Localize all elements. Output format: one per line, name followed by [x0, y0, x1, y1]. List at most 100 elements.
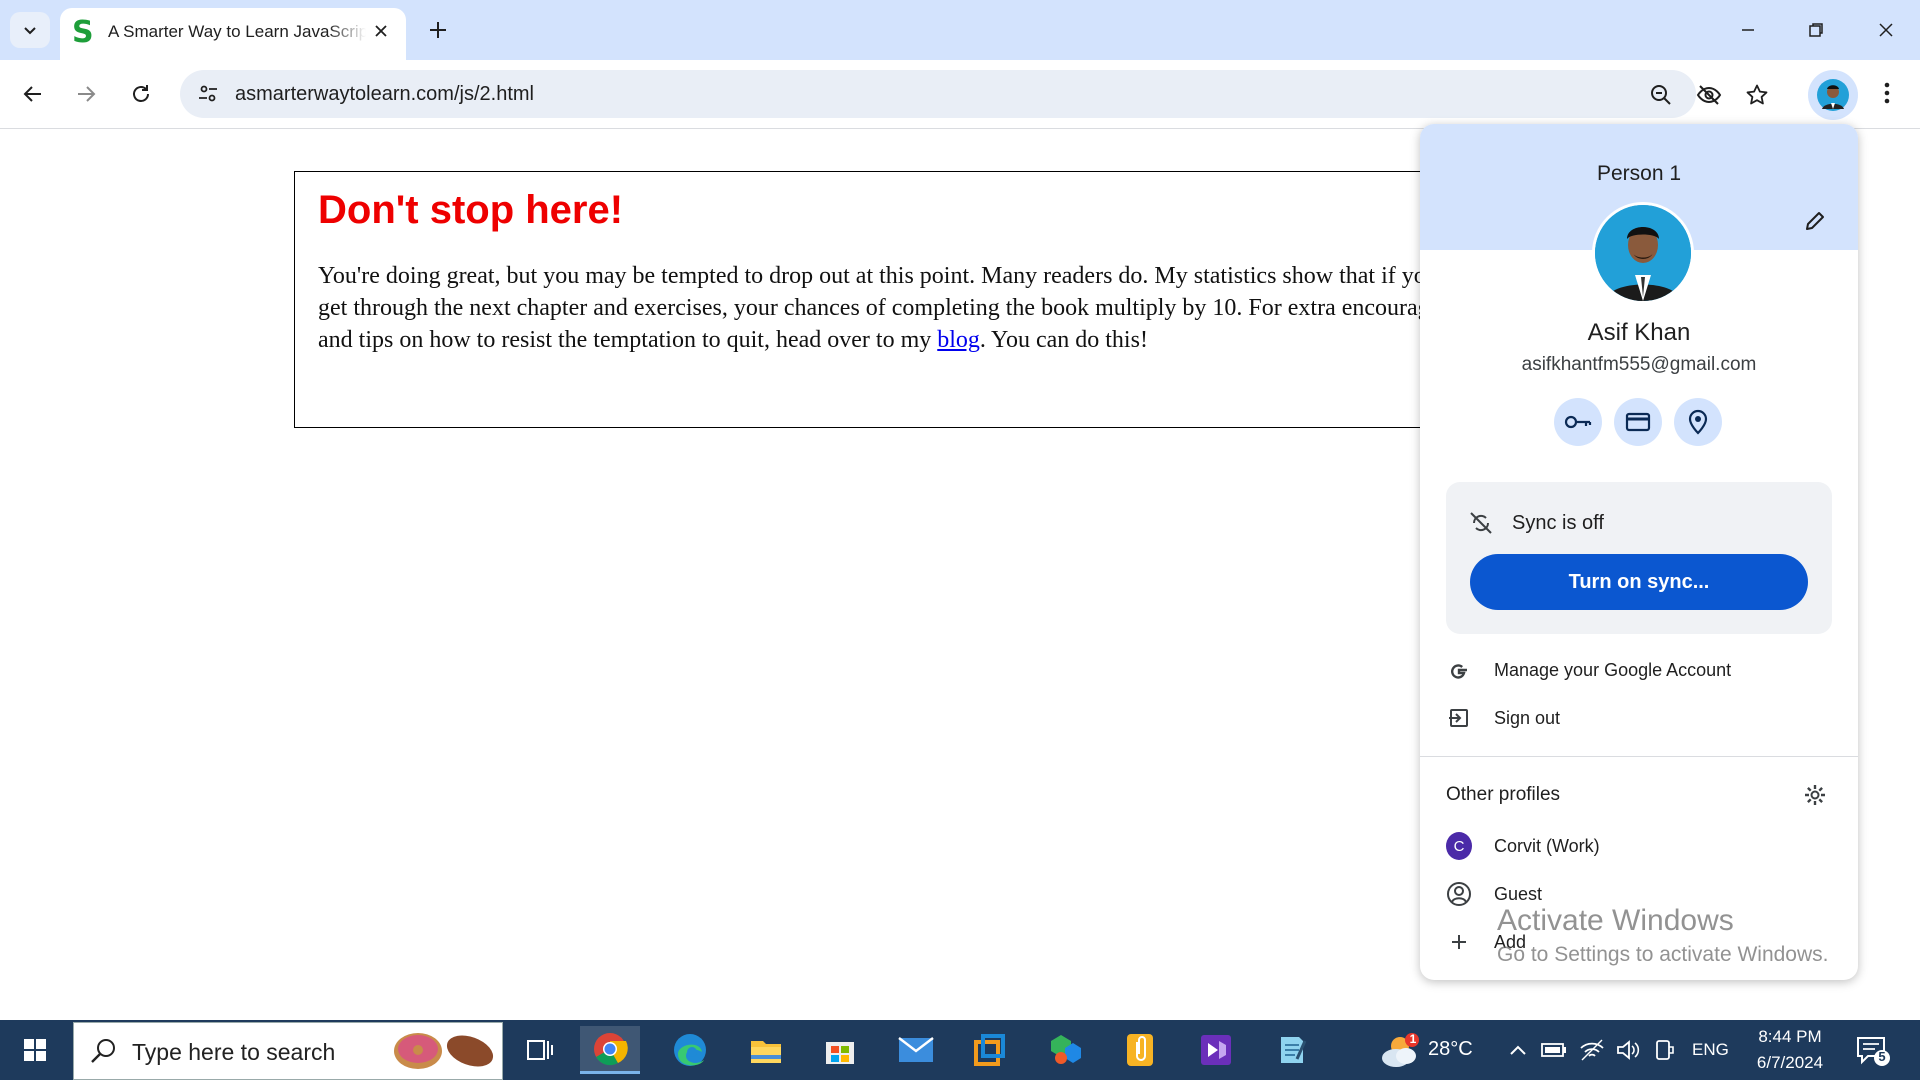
payment-methods-button[interactable]: [1614, 398, 1662, 446]
restore-button[interactable]: [1782, 0, 1850, 60]
paragraph-text: You're doing great, but you may be tempt…: [318, 263, 1518, 353]
taskbar-mail[interactable]: [886, 1026, 946, 1074]
taskbar-microsoft-store[interactable]: [810, 1026, 870, 1074]
close-icon: [1879, 23, 1893, 37]
search-placeholder: Type here to search: [132, 1039, 336, 1065]
chrome-menu-button[interactable]: [1872, 78, 1902, 108]
task-view-button[interactable]: [510, 1026, 570, 1074]
key-icon: [1564, 415, 1592, 429]
weather-badge: 1: [1409, 1032, 1417, 1046]
manage-account-label: Manage your Google Account: [1494, 659, 1732, 680]
profile-label: Guest: [1494, 883, 1543, 904]
taskbar-chrome[interactable]: [580, 1026, 640, 1074]
browser-tab[interactable]: S A Smarter Way to Learn JavaScript: [60, 8, 406, 60]
forward-button[interactable]: [68, 76, 104, 112]
arrow-right-icon: [78, 86, 96, 102]
add-profile-item[interactable]: Add: [1446, 922, 1846, 962]
profile-item-guest[interactable]: Guest: [1446, 874, 1846, 914]
profile-button[interactable]: [1808, 70, 1858, 120]
battery-status[interactable]: [1540, 1036, 1568, 1064]
address-bar[interactable]: asmarterwaytolearn.com/js/2.html: [180, 70, 1768, 118]
taskbar-visual-studio[interactable]: [1186, 1026, 1246, 1074]
taskbar-app-orange[interactable]: [960, 1026, 1020, 1074]
visual-studio-icon: [1201, 1035, 1231, 1065]
pencil-icon: [1806, 212, 1824, 230]
profile-name: Asif Khan: [1587, 319, 1691, 346]
blog-link[interactable]: blog: [937, 327, 980, 353]
orange-squares-icon: [974, 1034, 1005, 1066]
battery-icon: [1541, 1043, 1566, 1057]
more-vert-icon: [1884, 82, 1890, 104]
tab-title: A Smarter Way to Learn JavaScript: [108, 22, 366, 41]
show-hidden-icons-button[interactable]: [1504, 1036, 1532, 1064]
zoom-icon[interactable]: [1648, 82, 1674, 108]
taskbar-search-box[interactable]: Type here to search: [73, 1022, 503, 1080]
back-button[interactable]: [15, 76, 51, 112]
tracking-protection-eye-off-icon[interactable]: [1696, 82, 1722, 108]
sync-off-icon: [1470, 512, 1492, 534]
search-icon: [91, 1039, 115, 1063]
plus-icon: [430, 22, 446, 38]
sign-out-item[interactable]: Sign out: [1446, 698, 1846, 738]
meet-now-button[interactable]: [1650, 1036, 1678, 1064]
weather-widget[interactable]: 1: [1378, 1032, 1422, 1075]
folder-icon: [751, 1041, 781, 1063]
tab-close-button[interactable]: [370, 20, 392, 42]
profile-menu: Person 1 Asif Khan asifkhantfm555@gmail.…: [1420, 124, 1858, 980]
url-text[interactable]: asmarterwaytolearn.com/js/2.html: [235, 83, 534, 106]
tab-search-button[interactable]: [10, 12, 50, 48]
add-profile-label: Add: [1494, 931, 1527, 952]
profile-avatar: [1592, 202, 1694, 304]
page-paragraph: You're doing great, but you may be tempt…: [318, 260, 1518, 356]
page-heading: Don't stop here!: [318, 188, 624, 232]
edit-profile-button[interactable]: [1800, 206, 1830, 236]
start-button[interactable]: [0, 1020, 70, 1080]
chevron-up-icon: [1510, 1045, 1526, 1055]
clock-time: 8:44 PM: [1758, 1027, 1822, 1046]
guest-account-icon: [1446, 881, 1472, 907]
chrome-icon: [594, 1032, 628, 1065]
new-tab-button[interactable]: [424, 16, 452, 44]
volume-control[interactable]: [1614, 1036, 1642, 1064]
profile-item-corvit[interactable]: C Corvit (Work): [1446, 826, 1846, 866]
device-icon: [1656, 1040, 1674, 1060]
notifications-button[interactable]: 5: [1854, 1034, 1890, 1068]
taskbar-notepad[interactable]: [1262, 1026, 1322, 1074]
tab-strip: S A Smarter Way to Learn JavaScript: [0, 0, 1920, 60]
turn-on-sync-button[interactable]: Turn on sync...: [1470, 554, 1808, 610]
plus-icon: [1446, 929, 1472, 955]
sign-out-icon: [1446, 705, 1472, 731]
taskbar-edge[interactable]: [660, 1026, 720, 1074]
colored-shapes-icon: [1051, 1035, 1081, 1064]
store-icon: [826, 1042, 854, 1064]
network-status[interactable]: [1578, 1036, 1606, 1064]
minimize-button[interactable]: [1714, 0, 1782, 60]
temperature[interactable]: 28°C: [1428, 1038, 1473, 1061]
system-clock[interactable]: 8:44 PM 6/7/2024: [1740, 1024, 1840, 1076]
profile-email: asifkhantfm555@gmail.com: [1521, 354, 1757, 375]
language-indicator[interactable]: ENG: [1692, 1040, 1729, 1060]
browser-toolbar: asmarterwaytolearn.com/js/2.html: [0, 60, 1920, 129]
close-window-button[interactable]: [1852, 0, 1920, 60]
gear-icon: [1805, 785, 1825, 805]
clock-date: 6/7/2024: [1756, 1053, 1824, 1072]
site-favicon: S: [72, 15, 94, 50]
manage-google-account-item[interactable]: Manage your Google Account: [1446, 650, 1846, 690]
location-pin-icon: [1688, 409, 1708, 435]
addresses-button[interactable]: [1674, 398, 1722, 446]
profile-label: Corvit (Work): [1494, 835, 1600, 856]
sync-card: Sync is off Turn on sync...: [1446, 482, 1832, 634]
manage-profiles-button[interactable]: [1802, 782, 1828, 808]
sign-out-label: Sign out: [1494, 707, 1561, 728]
wifi-icon: [1580, 1039, 1604, 1061]
bookmark-star-icon[interactable]: [1744, 82, 1770, 108]
site-info-icon[interactable]: [196, 82, 220, 111]
notification-count: 5: [1878, 1049, 1886, 1064]
credit-card-icon: [1625, 412, 1651, 432]
taskbar-app-yellow[interactable]: [1110, 1026, 1170, 1074]
passwords-button[interactable]: [1554, 398, 1602, 446]
taskbar-file-explorer[interactable]: [736, 1026, 796, 1074]
reload-button[interactable]: [123, 76, 159, 112]
reload-icon: [133, 85, 149, 102]
taskbar-app-shapes[interactable]: [1036, 1026, 1096, 1074]
